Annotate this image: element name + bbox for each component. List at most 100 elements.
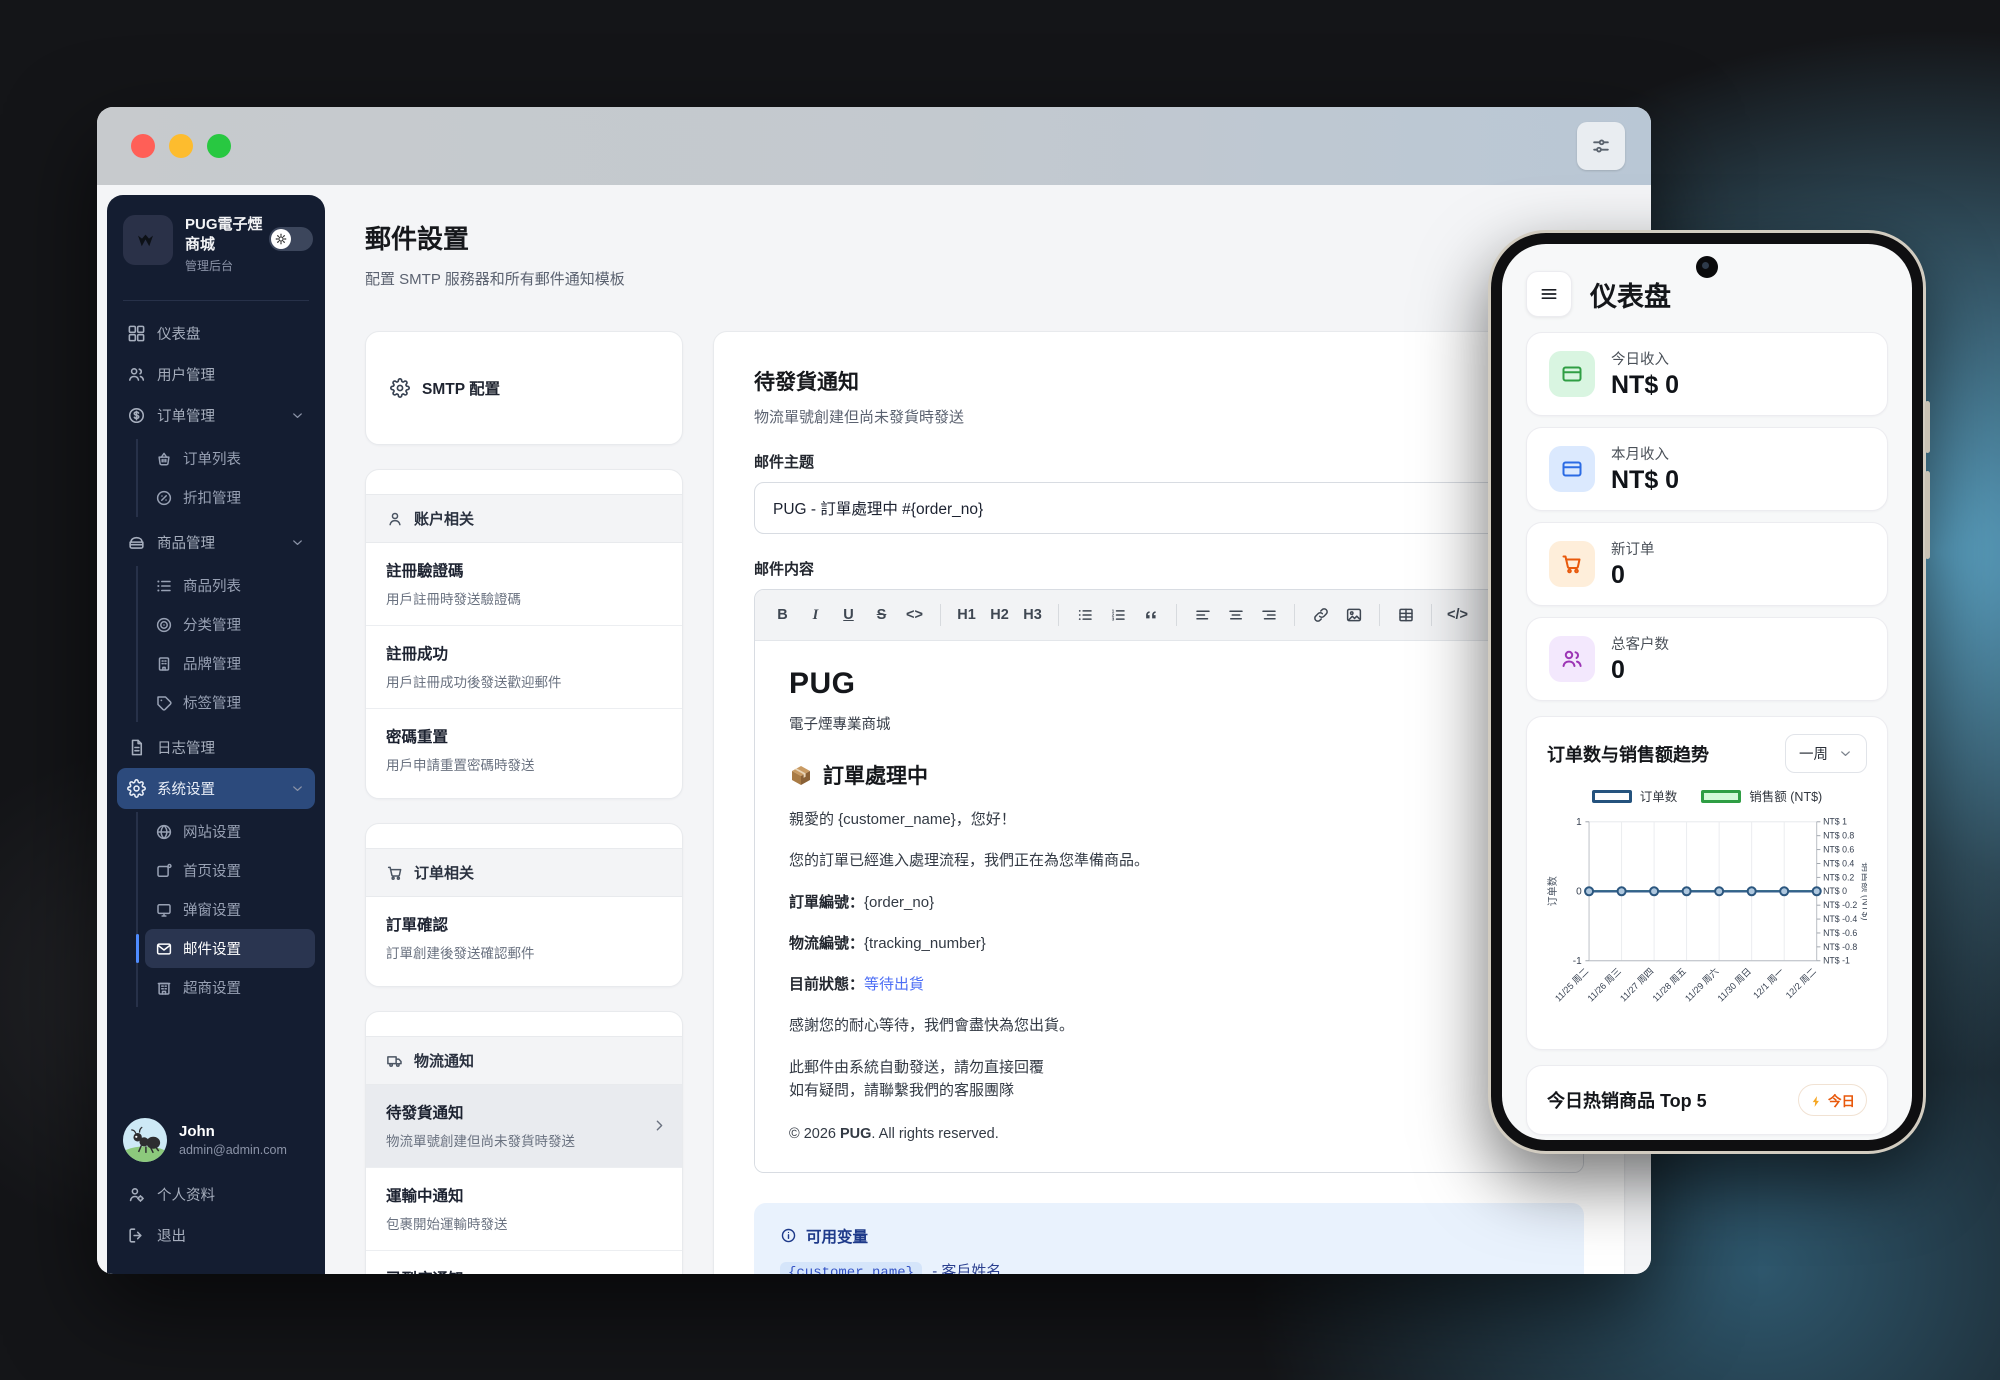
maximize-window-button[interactable] xyxy=(207,134,231,158)
minimize-window-button[interactable] xyxy=(169,134,193,158)
sidebar-subitem-分类管理[interactable]: 分类管理 xyxy=(145,605,315,644)
template-item-密碼重置[interactable]: 密碼重置用戶申請重置密碼時發送 xyxy=(366,709,682,798)
stat-card-今日收入[interactable]: 今日收入 NT$ 0 xyxy=(1526,332,1888,416)
sidebar-menu: 仪表盘用户管理订单管理订单列表折扣管理商品管理商品列表分类管理品牌管理标签管理日… xyxy=(107,301,325,1104)
sidebar-item-label: 商品管理 xyxy=(157,532,215,553)
gear-icon xyxy=(390,378,410,398)
hamburger-menu-button[interactable] xyxy=(1526,271,1572,317)
blockquote-button[interactable] xyxy=(1135,600,1166,630)
group-header: 订单相关 xyxy=(366,848,682,897)
sidebar-subitem-label: 标签管理 xyxy=(183,692,241,713)
avatar xyxy=(123,1118,167,1162)
preview-paragraph: 感謝您的耐心等待，我們會盡快為您出貨。 xyxy=(789,1014,1549,1037)
align-center-button[interactable] xyxy=(1220,600,1251,630)
bold-button[interactable]: B xyxy=(767,600,798,630)
template-item-訂單確認[interactable]: 訂單確認訂單創建後發送確認郵件 xyxy=(366,897,682,986)
mail-icon xyxy=(155,940,173,958)
svg-text:1: 1 xyxy=(1576,817,1582,828)
grid-icon xyxy=(127,324,146,343)
sidebar-submenu: 订单列表折扣管理 xyxy=(136,439,315,517)
svg-text:订单数: 订单数 xyxy=(1547,876,1559,906)
table-button[interactable] xyxy=(1390,600,1421,630)
sidebar-subitem-弹窗设置[interactable]: 弹窗设置 xyxy=(145,890,315,929)
stat-label: 本月收入 xyxy=(1611,443,1679,464)
strikethrough-button[interactable]: S xyxy=(866,600,897,630)
sidebar-subitem-标签管理[interactable]: 标签管理 xyxy=(145,683,315,722)
package-icon xyxy=(789,763,813,787)
template-item-運輸中通知[interactable]: 運輸中通知包裹開始運輸時發送 xyxy=(366,1168,682,1251)
svg-text:NT$ -0.4: NT$ -0.4 xyxy=(1823,914,1857,924)
sidebar-item-订单管理[interactable]: 订单管理 xyxy=(117,395,315,436)
image-button[interactable] xyxy=(1338,600,1369,630)
template-title: 待發貨通知 xyxy=(754,366,1584,396)
sidebar-item-日志管理[interactable]: 日志管理 xyxy=(117,727,315,768)
template-item-已到店通知[interactable]: 已到店通知 xyxy=(366,1251,682,1274)
template-item-註冊成功[interactable]: 註冊成功用戶註冊成功後發送歡迎郵件 xyxy=(366,626,682,709)
sidebar-subitem-首页设置[interactable]: 首页设置 xyxy=(145,851,315,890)
stat-card-本月收入[interactable]: 本月收入 NT$ 0 xyxy=(1526,427,1888,511)
sidebar-item-系统设置[interactable]: 系统设置 xyxy=(117,768,315,809)
percent-icon xyxy=(155,489,173,507)
sidebar-subitem-商品列表[interactable]: 商品列表 xyxy=(145,566,315,605)
inline-code-button[interactable]: <> xyxy=(899,600,930,630)
sidebar-submenu: 商品列表分类管理品牌管理标签管理 xyxy=(136,566,315,722)
sidebar-subitem-折扣管理[interactable]: 折扣管理 xyxy=(145,478,315,517)
legend-swatch-green xyxy=(1701,790,1741,803)
align-right-button[interactable] xyxy=(1253,600,1284,630)
variable-chip[interactable]: {customer_name} xyxy=(780,1262,922,1274)
heading-3-button[interactable]: H3 xyxy=(1017,600,1048,630)
sidebar-subitem-订单列表[interactable]: 订单列表 xyxy=(145,439,315,478)
ordered-list-button[interactable]: 123 xyxy=(1102,600,1133,630)
sidebar-footer-退出[interactable]: 退出 xyxy=(117,1215,315,1256)
sidebar-item-仪表盘[interactable]: 仪表盘 xyxy=(117,313,315,354)
sidebar-subitem-label: 订单列表 xyxy=(183,448,241,469)
phone-screen: 仪表盘 今日收入 NT$ 0 本月收入 NT$ 0 新订单 0 总客户数 0 订… xyxy=(1502,244,1912,1140)
theme-toggle[interactable] xyxy=(269,227,313,251)
sidebar-item-商品管理[interactable]: 商品管理 xyxy=(117,522,315,563)
sidebar-subitem-品牌管理[interactable]: 品牌管理 xyxy=(145,644,315,683)
svg-text:销售额 (NT$): 销售额 (NT$) xyxy=(1859,862,1867,921)
template-item-註冊驗證碼[interactable]: 註冊驗證碼用戶註冊時發送驗證碼 xyxy=(366,543,682,626)
trend-chart-card: 订单数与销售额趋势 一周 订单数 销售额 (NT$) 10-1NT$ 1NT$ … xyxy=(1526,716,1888,1050)
hot-products-card[interactable]: 今日热销商品 Top 5 今日 xyxy=(1526,1065,1888,1135)
heading-1-button[interactable]: H1 xyxy=(951,600,982,630)
heading-2-button[interactable]: H2 xyxy=(984,600,1015,630)
close-window-button[interactable] xyxy=(131,134,155,158)
table-icon xyxy=(1397,606,1415,624)
sidebar-footer-个人资料[interactable]: 个人资料 xyxy=(117,1174,315,1215)
chevron-down-icon xyxy=(290,408,305,423)
preview-paragraph: 目前狀態：等待出貨 xyxy=(789,973,1549,996)
sidebar-subitem-邮件设置[interactable]: 邮件设置 xyxy=(145,929,315,968)
stat-card-新订单[interactable]: 新订单 0 xyxy=(1526,522,1888,606)
sidebar-subitem-超商设置[interactable]: 超商设置 xyxy=(145,968,315,1007)
stat-label: 新订单 xyxy=(1611,538,1655,559)
bullet-list-icon xyxy=(1076,606,1094,624)
chart-legend: 订单数 销售额 (NT$) xyxy=(1547,786,1867,805)
bullet-list-button[interactable] xyxy=(1069,600,1100,630)
truck-icon xyxy=(386,1052,404,1070)
globe-icon xyxy=(155,823,173,841)
sidebar-item-label: 系统设置 xyxy=(157,778,215,799)
stat-card-总客户数[interactable]: 总客户数 0 xyxy=(1526,617,1888,701)
code-block-button[interactable]: </> xyxy=(1442,600,1473,630)
underline-button[interactable]: U xyxy=(833,600,864,630)
range-select[interactable]: 一周 xyxy=(1785,734,1867,773)
window-settings-button[interactable] xyxy=(1577,122,1625,170)
stat-label: 总客户数 xyxy=(1611,633,1669,654)
link-button[interactable] xyxy=(1305,600,1336,630)
sidebar-item-用户管理[interactable]: 用户管理 xyxy=(117,354,315,395)
template-item-待發貨通知[interactable]: 待發貨通知物流單號創建但尚未發貨時發送 xyxy=(366,1085,682,1168)
sidebar-subitem-label: 商品列表 xyxy=(183,575,241,596)
user-gear-icon xyxy=(127,1185,146,1204)
smtp-config-card[interactable]: SMTP 配置 xyxy=(365,331,683,445)
italic-button[interactable]: I xyxy=(800,600,831,630)
subject-input[interactable] xyxy=(754,482,1584,534)
blockquote-icon xyxy=(1142,606,1160,624)
status-link[interactable]: 等待出貨 xyxy=(864,976,924,993)
user-block[interactable]: John admin@admin.com xyxy=(107,1104,325,1168)
sidebar-subitem-网站设置[interactable]: 网站设置 xyxy=(145,812,315,851)
align-left-button[interactable] xyxy=(1187,600,1218,630)
gear-icon xyxy=(127,779,146,798)
preview-heading: 訂單處理中 xyxy=(789,760,1549,790)
brand: PUG電子煙商城 管理后台 xyxy=(107,195,325,288)
